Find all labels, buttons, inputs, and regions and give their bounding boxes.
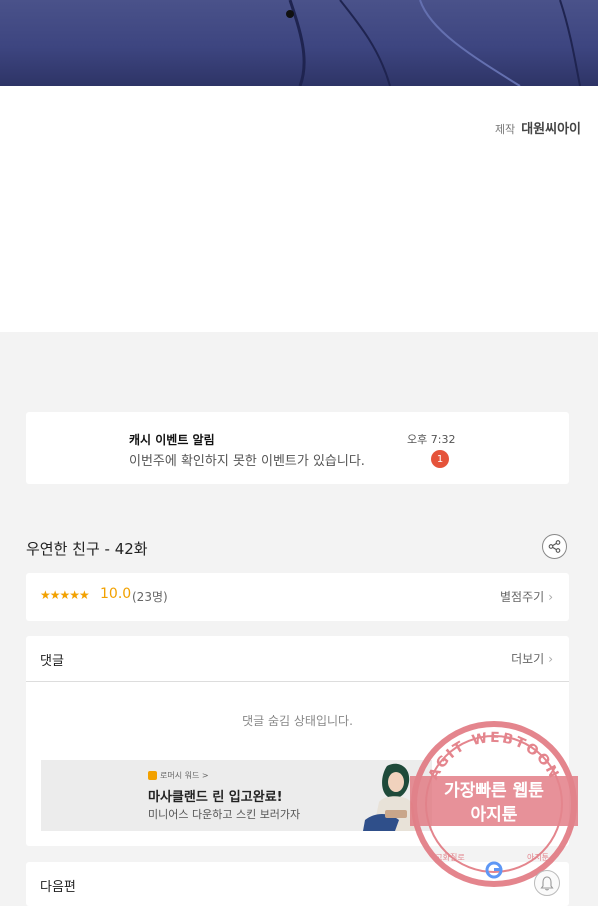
notification-bell-button[interactable] [534,870,560,896]
notification-title: 캐시 이벤트 알림 [129,433,215,447]
rating-score: 10.0 [100,586,132,602]
comic-artwork [286,0,581,86]
star-rating-icon: ★★★★★ [40,588,90,602]
divider [26,681,569,682]
agit-webtoon-watermark: AGIT WEBTOON 가장빠른 웹툰 아지툰 고화질로 아지툰 [410,721,578,887]
rate-button[interactable]: 별점주기 › [500,588,553,605]
google-g-icon [485,861,503,879]
chevron-right-icon: › [548,590,553,604]
cash-event-notification[interactable]: 캐시 이벤트 알림 이번주에 확인하지 못한 이벤트가 있습니다. 오후 7:3… [26,412,569,484]
ad-headline: 마사클랜드 린 입고완료! [148,790,283,805]
watermark-bottom-left: 고화질로 [435,853,464,862]
comic-panel [0,0,598,89]
watermark-line2: 아지툰 [471,805,518,825]
share-icon [548,540,561,553]
rating-count: (23명) [132,590,168,604]
watermark-line1: 가장빠른 웹툰 [444,781,544,801]
rate-button-label: 별점주기 [500,590,545,604]
rating-card: ★★★★★ 10.0 (23명) 별점주기 › [26,573,569,621]
comments-more-label: 더보기 [511,652,545,666]
notification-badge: 1 [431,450,449,468]
notification-message: 이번주에 확인하지 못한 이벤트가 있습니다. [129,454,365,469]
ad-banner[interactable]: 로머시 워드 > 마사클랜드 린 입고완료! 미니어스 다운하고 스킨 보러가자 [41,760,432,831]
credit-label: 제작 [494,123,516,136]
ad-brand: 로머시 워드 > [148,770,209,781]
bell-icon [540,875,554,890]
ad-brand-label: 로머시 워드 > [160,771,209,780]
comments-more-button[interactable]: 더보기 › [511,650,553,667]
next-episode-label: 다음편 [40,880,76,895]
credit-studio: 대원씨아이 [521,122,581,137]
production-credit: 제작 대원씨아이 [494,118,581,137]
watermark-bottom-right: 아지툰 [527,852,549,862]
ad-subtext: 미니어스 다운하고 스킨 보러가자 [148,808,301,821]
share-button[interactable] [542,534,567,559]
episode-title: 우연한 친구 - 42화 [26,540,148,558]
brand-logo-icon [148,771,157,780]
notification-time: 오후 7:32 [407,433,456,446]
comments-header: 댓글 [40,654,64,669]
chevron-right-icon: › [548,652,553,666]
